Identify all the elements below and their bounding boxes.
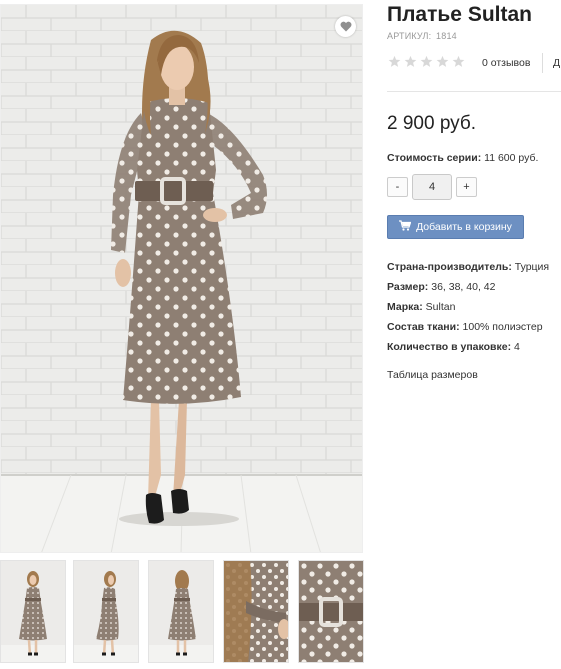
series-price-label: Стоимость серии:: [387, 152, 482, 164]
size-table-link[interactable]: Таблица размеров: [387, 369, 478, 381]
thumbnail-back-view[interactable]: [148, 560, 214, 663]
property-value: 36, 38, 40, 42: [431, 281, 496, 293]
series-price: Стоимость серии: 11 600 руб.: [387, 152, 538, 164]
rating-stars[interactable]: [388, 55, 465, 68]
property-label: Размер:: [387, 281, 429, 293]
series-price-value: 11 600 руб.: [484, 152, 539, 164]
star-icon[interactable]: [452, 55, 465, 68]
product-sku: АРТИКУЛ: 1814: [387, 31, 457, 41]
thumbnail-side-view[interactable]: [73, 560, 139, 663]
add-to-cart-label: Добавить в корзину: [416, 221, 512, 233]
thumbnail-strip: [0, 560, 366, 663]
thumbnail-image: [149, 561, 213, 662]
quantity-input[interactable]: [412, 174, 452, 200]
thumbnail-sleeve-detail[interactable]: [223, 560, 289, 663]
sku-label: АРТИКУЛ:: [387, 31, 432, 41]
product-title: Платье Sultan: [387, 3, 532, 26]
property-fabric: Состав ткани: 100% полиэстер: [387, 321, 561, 341]
add-to-cart-button[interactable]: Добавить в корзину: [387, 215, 524, 239]
thumbnail-belt-detail[interactable]: [298, 560, 364, 663]
heart-icon: [340, 21, 352, 32]
thumbnail-front-view[interactable]: [0, 560, 66, 663]
product-properties: Страна-производитель: Турция Размер: 36,…: [387, 261, 561, 361]
main-product-photo[interactable]: [0, 4, 363, 553]
thumbnail-image: [1, 561, 65, 662]
star-icon[interactable]: [436, 55, 449, 68]
star-icon[interactable]: [404, 55, 417, 68]
property-value: Sultan: [425, 301, 456, 313]
property-value: 4: [514, 341, 520, 353]
property-label: Состав ткани:: [387, 321, 460, 333]
sku-value: 1814: [436, 31, 457, 41]
product-price: 2 900 руб.: [387, 113, 477, 134]
property-brand: Марка: Sultan: [387, 301, 561, 321]
property-country: Страна-производитель: Турция: [387, 261, 561, 281]
thumbnail-image: [74, 561, 138, 662]
review-action-link[interactable]: Д: [553, 57, 560, 69]
property-label: Страна-производитель:: [387, 261, 512, 273]
quantity-decrease-button[interactable]: -: [387, 177, 408, 197]
star-icon[interactable]: [420, 55, 433, 68]
thumbnail-image: [224, 561, 288, 662]
divider: [387, 91, 561, 92]
dress-model-image: [1, 5, 362, 552]
star-icon[interactable]: [388, 55, 401, 68]
thumbnail-image: [299, 561, 363, 662]
property-label: Марка:: [387, 301, 423, 313]
property-value: Турция: [514, 261, 550, 273]
cart-icon: [399, 220, 412, 234]
property-pack-quantity: Количество в упаковке: 4: [387, 341, 561, 361]
property-value: 100% полиэстер: [462, 321, 543, 333]
favorite-button[interactable]: [335, 16, 356, 37]
property-size: Размер: 36, 38, 40, 42: [387, 281, 561, 301]
reviews-link[interactable]: 0 отзывов: [482, 57, 530, 69]
quantity-increase-button[interactable]: +: [456, 177, 477, 197]
divider: [542, 53, 543, 73]
property-label: Количество в упаковке:: [387, 341, 512, 353]
